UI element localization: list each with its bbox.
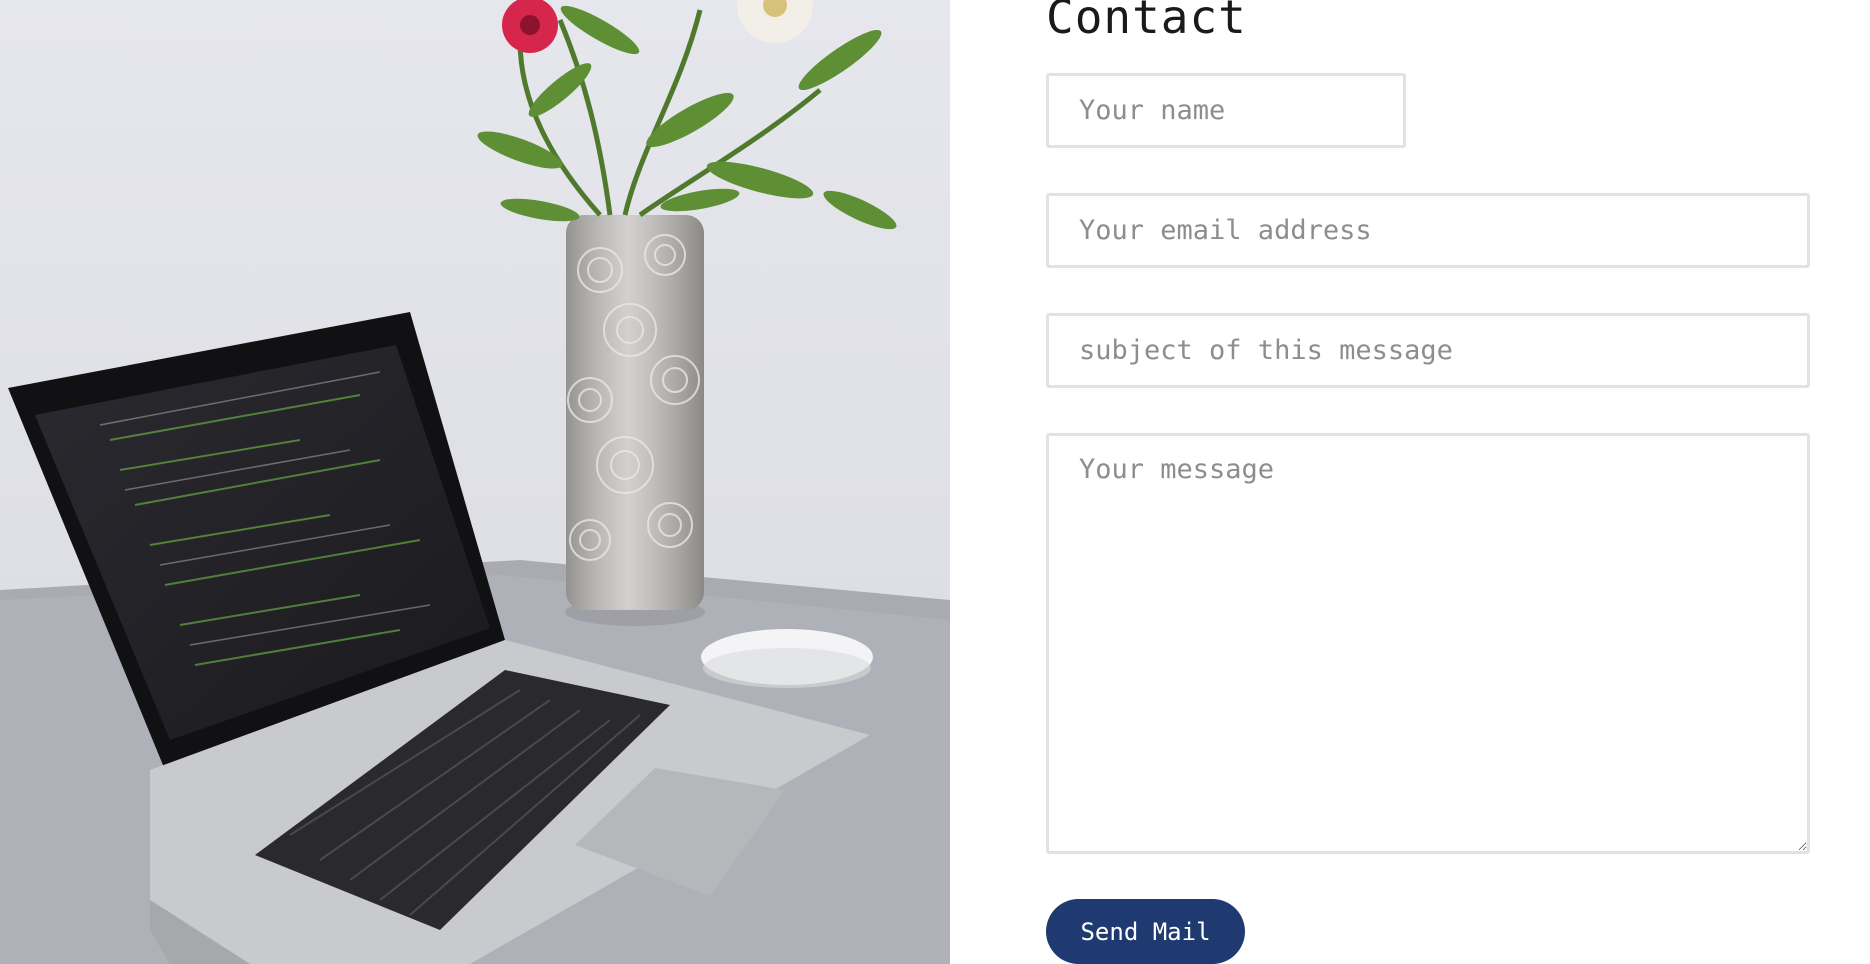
email-input[interactable]: [1046, 193, 1810, 268]
laptop-desk-illustration: [0, 0, 950, 964]
workspace-photo: [0, 0, 950, 964]
name-input[interactable]: [1046, 73, 1406, 148]
message-textarea[interactable]: [1046, 433, 1810, 854]
send-mail-button[interactable]: Send Mail: [1046, 899, 1245, 964]
contact-title: Contact: [1046, 0, 1247, 44]
contact-page: Contact Send Mail: [0, 0, 1870, 964]
subject-input[interactable]: [1046, 313, 1810, 388]
